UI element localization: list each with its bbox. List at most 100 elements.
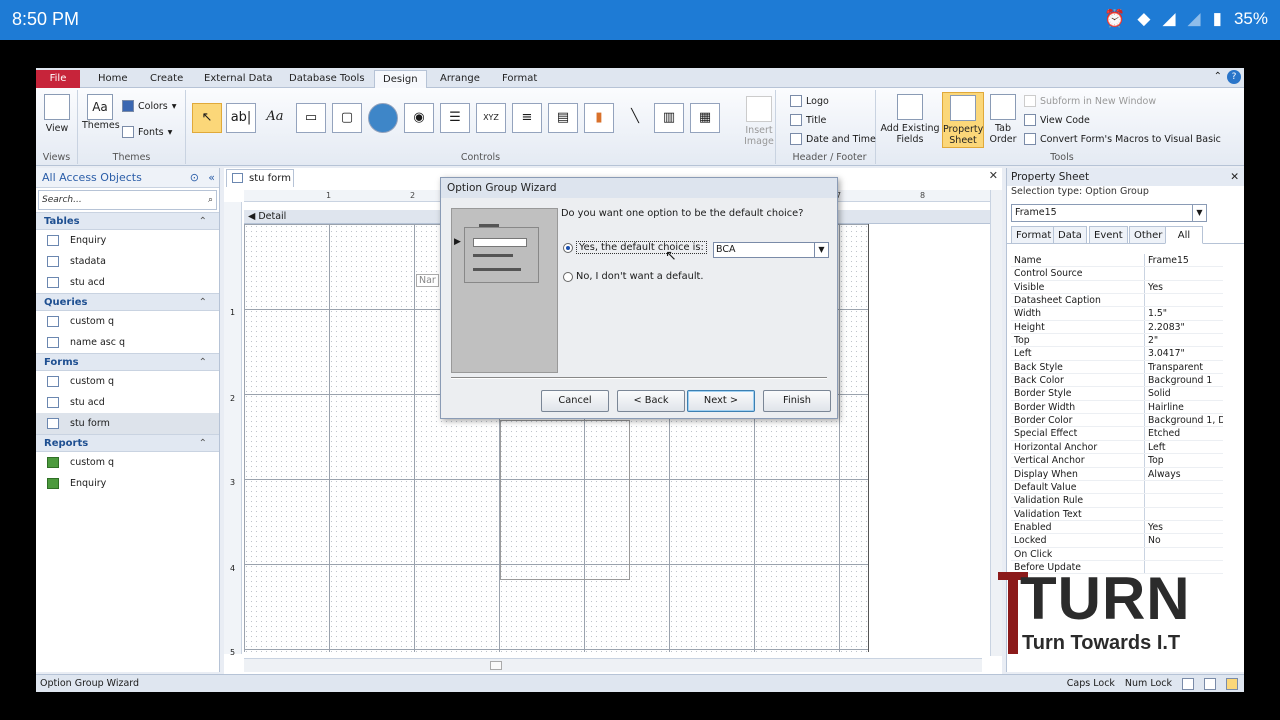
property-value[interactable]: Background 1	[1145, 374, 1223, 386]
nav-search-input[interactable]: Search... ⌕	[38, 190, 217, 210]
design-view-icon[interactable]	[1226, 677, 1238, 690]
textbox-icon[interactable]: ab|	[226, 103, 256, 133]
finish-button[interactable]: Finish	[763, 390, 831, 412]
minimize-ribbon-icon[interactable]: ⌃	[1214, 71, 1222, 82]
nav-item-form[interactable]: stu form	[36, 413, 219, 434]
property-row[interactable]: Display When Always	[1011, 467, 1223, 481]
tab-external-data[interactable]: External Data	[196, 70, 281, 88]
page-break-icon[interactable]: ≡	[512, 103, 542, 133]
name-label-ghost[interactable]: Nar	[416, 274, 439, 287]
toggle-button-icon[interactable]: ▥	[654, 103, 684, 133]
property-row[interactable]: Control Source	[1011, 267, 1223, 281]
property-row[interactable]: Horizontal Anchor Left	[1011, 440, 1223, 455]
combo-box-icon[interactable]: ▤	[548, 103, 578, 133]
option-group-frame[interactable]	[500, 420, 630, 580]
colors-button[interactable]: Colors ▾	[122, 100, 177, 112]
tab-database-tools[interactable]: Database Tools	[281, 70, 373, 88]
add-existing-fields-button[interactable]: Add Existing Fields	[880, 94, 940, 145]
tab-design[interactable]: Design	[374, 70, 427, 89]
date-time-button[interactable]: Date and Time	[790, 133, 876, 145]
property-value[interactable]: Always	[1145, 468, 1223, 480]
nav-item-table[interactable]: Enquiry	[36, 230, 219, 251]
nav-header[interactable]: All Access Objects ⊙ «	[36, 168, 219, 188]
tab-order-button[interactable]: Tab Order	[986, 94, 1020, 145]
title-button[interactable]: Title	[790, 114, 826, 126]
label-icon[interactable]: Aa	[260, 103, 290, 133]
property-row[interactable]: Top 2"	[1011, 334, 1223, 348]
tab-other-props[interactable]: Other	[1129, 226, 1168, 244]
property-row[interactable]: Left 3.0417"	[1011, 347, 1223, 361]
property-row[interactable]: Width 1.5"	[1011, 307, 1223, 321]
property-row[interactable]: Height 2.2083"	[1011, 320, 1223, 335]
view-button[interactable]: View	[40, 94, 74, 134]
property-value[interactable]: Yes	[1145, 281, 1223, 293]
property-row[interactable]: Vertical Anchor Top	[1011, 454, 1223, 468]
property-row[interactable]: Special Effect Etched	[1011, 427, 1223, 441]
tab-event-props[interactable]: Event	[1089, 226, 1128, 244]
hyperlink-icon[interactable]	[368, 103, 398, 133]
navigation-icon[interactable]: ☰	[440, 103, 470, 133]
property-value[interactable]: Background 1, D	[1145, 414, 1223, 426]
radio-default-no[interactable]: No, I don't want a default.	[563, 271, 704, 282]
back-button[interactable]: < Back	[617, 390, 685, 412]
nav-section-tables[interactable]: Tables ⌃	[36, 212, 219, 230]
document-tab[interactable]: stu form	[226, 169, 294, 187]
property-row[interactable]: Datasheet Caption	[1011, 294, 1223, 308]
property-row[interactable]: Border Width Hairline	[1011, 400, 1223, 415]
property-value[interactable]: 2.2083"	[1145, 321, 1223, 333]
line-icon[interactable]: ╲	[620, 103, 650, 133]
property-row[interactable]: Border Style Solid	[1011, 387, 1223, 401]
property-value[interactable]: 1.5"	[1145, 307, 1223, 319]
property-row[interactable]: Validation Rule	[1011, 494, 1223, 508]
scroll-thumb[interactable]	[490, 661, 502, 670]
tab-home[interactable]: Home	[90, 70, 136, 88]
property-value[interactable]: 2"	[1145, 334, 1223, 346]
form-view-icon[interactable]	[1182, 677, 1194, 690]
property-row[interactable]: Name Frame15	[1011, 254, 1223, 268]
web-browser-icon[interactable]: ◉	[404, 103, 434, 133]
property-value[interactable]	[1145, 294, 1223, 306]
nav-item-form[interactable]: stu acd	[36, 392, 219, 413]
property-row[interactable]: Default Value	[1011, 480, 1223, 495]
property-row[interactable]: Enabled Yes	[1011, 520, 1223, 535]
tab-control-icon[interactable]: ▢	[332, 103, 362, 133]
option-group-icon[interactable]: XYZ	[476, 103, 506, 133]
tab-data-props[interactable]: Data	[1053, 226, 1087, 244]
property-value[interactable]: No	[1145, 534, 1223, 546]
property-value[interactable]: Hairline	[1145, 401, 1223, 413]
property-value[interactable]: Etched	[1145, 427, 1223, 439]
close-document-icon[interactable]: ✕	[989, 169, 998, 182]
property-row[interactable]: Back Color Background 1	[1011, 374, 1223, 388]
chart-icon[interactable]: ▮	[584, 103, 614, 133]
property-value[interactable]	[1145, 508, 1223, 520]
nav-item-query[interactable]: name asc q	[36, 332, 219, 353]
property-value[interactable]	[1145, 267, 1223, 279]
property-value[interactable]: Yes	[1145, 521, 1223, 533]
insert-image-button[interactable]: Insert Image	[742, 96, 776, 147]
property-row[interactable]: Back Style Transparent	[1011, 360, 1223, 375]
nav-section-queries[interactable]: Queries ⌃	[36, 293, 219, 311]
logo-button[interactable]: Logo	[790, 95, 829, 107]
tab-format[interactable]: Format	[494, 70, 545, 88]
nav-menu-icon[interactable]: ⊙	[190, 168, 199, 188]
tab-create[interactable]: Create	[142, 70, 191, 88]
default-choice-select[interactable]: BCA ▼	[713, 242, 829, 258]
nav-item-report[interactable]: Enquiry	[36, 473, 219, 494]
horizontal-scrollbar[interactable]	[244, 658, 982, 672]
property-value[interactable]	[1145, 481, 1223, 493]
nav-section-reports[interactable]: Reports ⌃	[36, 434, 219, 452]
tab-arrange[interactable]: Arrange	[432, 70, 488, 88]
nav-item-table[interactable]: stadata	[36, 251, 219, 272]
list-box-icon[interactable]: ▦	[690, 103, 720, 133]
radio-default-yes[interactable]: Yes, the default choice is:	[563, 241, 707, 254]
property-sheet-button[interactable]: Property Sheet	[942, 92, 984, 148]
layout-view-icon[interactable]	[1204, 677, 1216, 690]
view-code-button[interactable]: View Code	[1024, 114, 1090, 126]
help-icon[interactable]: ?	[1227, 70, 1241, 84]
property-value[interactable]: Left	[1145, 441, 1223, 453]
fonts-button[interactable]: Fonts ▾	[122, 126, 172, 138]
close-property-sheet-icon[interactable]: ✕	[1230, 168, 1239, 186]
property-value[interactable]: Transparent	[1145, 361, 1223, 373]
subform-button[interactable]: Subform in New Window	[1024, 95, 1156, 107]
property-value[interactable]: Frame15	[1145, 254, 1223, 266]
